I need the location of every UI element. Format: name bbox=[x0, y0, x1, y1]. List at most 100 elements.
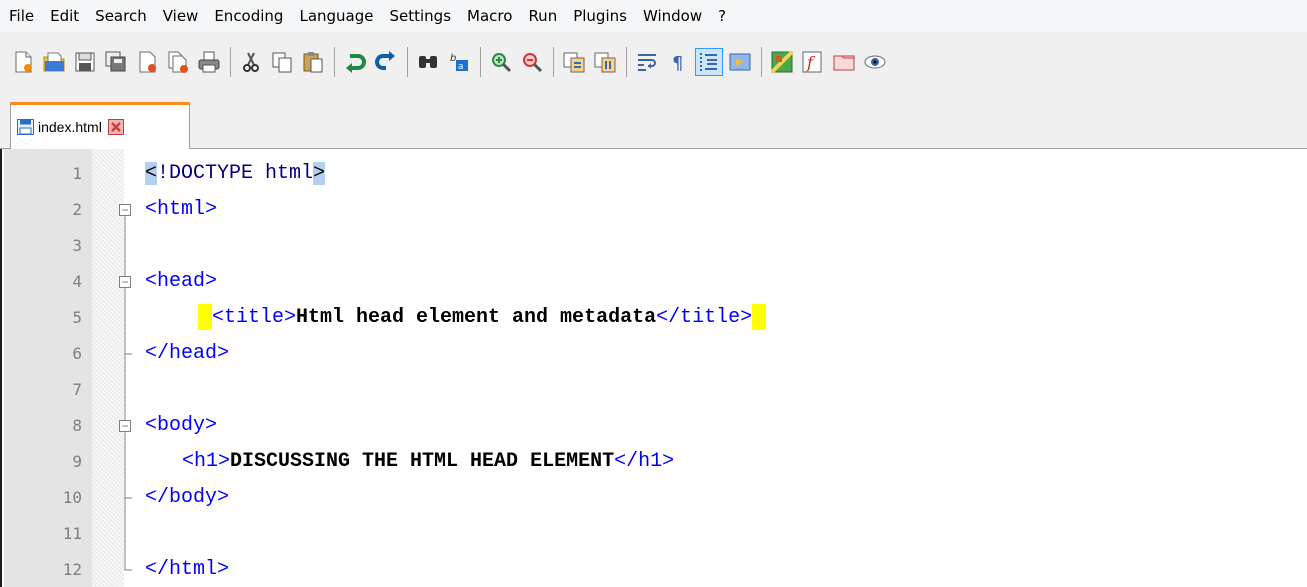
monitoring-icon[interactable] bbox=[862, 49, 888, 75]
code-text: <body> bbox=[145, 414, 218, 437]
code-line[interactable]: 1 <!DOCTYPE html> bbox=[2, 156, 1307, 192]
toolbar-separator bbox=[553, 47, 554, 77]
whitespace-highlight bbox=[752, 303, 767, 330]
folder-workspace-icon[interactable] bbox=[831, 49, 857, 75]
menu-search[interactable]: Search bbox=[87, 0, 155, 32]
code-line[interactable]: 2 <html> bbox=[2, 192, 1307, 228]
line-number: 4 bbox=[72, 272, 82, 291]
code-text: <title>Html head element and metadata</t… bbox=[198, 300, 767, 336]
toolbar-separator bbox=[761, 47, 762, 77]
replace-icon[interactable]: ba bbox=[446, 49, 472, 75]
code-line[interactable]: 8 <body> bbox=[2, 408, 1307, 444]
fold-collapse-icon[interactable] bbox=[116, 408, 134, 444]
tag-close: </title> bbox=[656, 306, 753, 329]
function-list-icon[interactable]: f bbox=[800, 49, 826, 75]
code-line[interactable]: 9 <h1>DISCUSSING THE HTML HEAD ELEMENT</… bbox=[2, 444, 1307, 480]
doctype-text: !DOCTYPE html bbox=[157, 162, 314, 185]
heading-text: DISCUSSING THE HTML HEAD ELEMENT bbox=[230, 450, 615, 473]
new-file-icon[interactable] bbox=[10, 49, 36, 75]
menu-edit[interactable]: Edit bbox=[42, 0, 87, 32]
sync-horizontal-icon[interactable] bbox=[592, 49, 618, 75]
saved-file-icon bbox=[17, 119, 38, 135]
tab-close-icon[interactable] bbox=[107, 119, 124, 135]
menu-settings[interactable]: Settings bbox=[382, 0, 460, 32]
save-all-icon[interactable] bbox=[103, 49, 129, 75]
tag-open: <title> bbox=[212, 306, 297, 329]
zoom-in-icon[interactable] bbox=[488, 49, 514, 75]
svg-text:b: b bbox=[450, 53, 456, 64]
cut-icon[interactable] bbox=[238, 49, 264, 75]
code-text: <!DOCTYPE html> bbox=[145, 156, 326, 192]
title-text: Html head element and metadata bbox=[296, 306, 657, 329]
whitespace-highlight bbox=[198, 303, 212, 330]
line-number: 11 bbox=[62, 524, 82, 543]
menu-view[interactable]: View bbox=[155, 0, 207, 32]
menu-macro[interactable]: Macro bbox=[459, 0, 520, 32]
svg-text:¶: ¶ bbox=[672, 53, 683, 74]
brace-highlight: < bbox=[145, 162, 158, 185]
menu-language[interactable]: Language bbox=[291, 0, 381, 32]
toolbar-separator bbox=[626, 47, 627, 77]
undo-icon[interactable] bbox=[342, 49, 368, 75]
toolbar-separator bbox=[230, 47, 231, 77]
fold-line bbox=[116, 228, 134, 264]
find-icon[interactable] bbox=[415, 49, 441, 75]
open-file-icon[interactable] bbox=[41, 49, 67, 75]
code-text: </head> bbox=[145, 342, 230, 365]
user-language-icon[interactable] bbox=[727, 49, 753, 75]
toolbar: ba ¶ f bbox=[0, 32, 1307, 92]
code-line[interactable]: 12 </html> bbox=[2, 552, 1307, 587]
code-line[interactable]: 11 bbox=[2, 516, 1307, 552]
code-line[interactable]: 10 </body> bbox=[2, 480, 1307, 516]
print-icon[interactable] bbox=[196, 49, 222, 75]
copy-icon[interactable] bbox=[269, 49, 295, 75]
line-number: 5 bbox=[72, 308, 82, 327]
code-editor[interactable]: 1 <!DOCTYPE html> 2 <html> 3 4 <head> 5 … bbox=[0, 149, 1307, 587]
fold-collapse-icon[interactable] bbox=[116, 264, 134, 300]
document-map-icon[interactable] bbox=[769, 49, 795, 75]
word-wrap-icon[interactable] bbox=[634, 49, 660, 75]
show-all-characters-icon[interactable]: ¶ bbox=[665, 49, 691, 75]
line-number: 2 bbox=[72, 200, 82, 219]
fold-end-icon bbox=[116, 336, 134, 372]
menu-plugins[interactable]: Plugins bbox=[565, 0, 635, 32]
line-number: 1 bbox=[72, 164, 82, 183]
close-icon[interactable] bbox=[134, 49, 160, 75]
save-icon[interactable] bbox=[72, 49, 98, 75]
code-text: <h1>DISCUSSING THE HTML HEAD ELEMENT</h1… bbox=[182, 444, 674, 480]
code-text: <head> bbox=[145, 270, 218, 293]
toolbar-separator bbox=[407, 47, 408, 77]
menu-run[interactable]: Run bbox=[520, 0, 565, 32]
fold-line bbox=[116, 444, 134, 480]
menu-encoding[interactable]: Encoding bbox=[206, 0, 291, 32]
code-line[interactable]: 6 </head> bbox=[2, 336, 1307, 372]
code-line[interactable]: 4 <head> bbox=[2, 264, 1307, 300]
fold-line bbox=[116, 516, 134, 552]
tab-index-html[interactable]: index.html bbox=[10, 102, 190, 149]
code-line[interactable]: 7 bbox=[2, 372, 1307, 408]
line-number: 3 bbox=[72, 236, 82, 255]
paste-icon[interactable] bbox=[300, 49, 326, 75]
indent-guide-icon[interactable] bbox=[695, 48, 723, 76]
tab-label: index.html bbox=[38, 119, 102, 135]
code-text: </body> bbox=[145, 486, 230, 509]
fold-end-icon bbox=[116, 552, 134, 587]
fold-collapse-icon[interactable] bbox=[116, 192, 134, 228]
fold-line bbox=[116, 300, 134, 336]
tab-strip: index.html bbox=[0, 92, 1307, 149]
code-line[interactable]: 3 bbox=[2, 228, 1307, 264]
toolbar-separator bbox=[480, 47, 481, 77]
line-number: 10 bbox=[62, 488, 82, 507]
menu-file[interactable]: File bbox=[0, 0, 42, 32]
menu-window[interactable]: Window bbox=[635, 0, 710, 32]
fold-line bbox=[116, 372, 134, 408]
sync-vertical-icon[interactable] bbox=[561, 49, 587, 75]
zoom-out-icon[interactable] bbox=[519, 49, 545, 75]
redo-icon[interactable] bbox=[373, 49, 399, 75]
menu-bar: File Edit Search View Encoding Language … bbox=[0, 0, 1307, 32]
brace-highlight: > bbox=[313, 162, 326, 185]
svg-text:a: a bbox=[458, 62, 464, 72]
close-all-icon[interactable] bbox=[165, 49, 191, 75]
code-line[interactable]: 5 <title>Html head element and metadata<… bbox=[2, 300, 1307, 336]
menu-help[interactable]: ? bbox=[710, 0, 734, 32]
